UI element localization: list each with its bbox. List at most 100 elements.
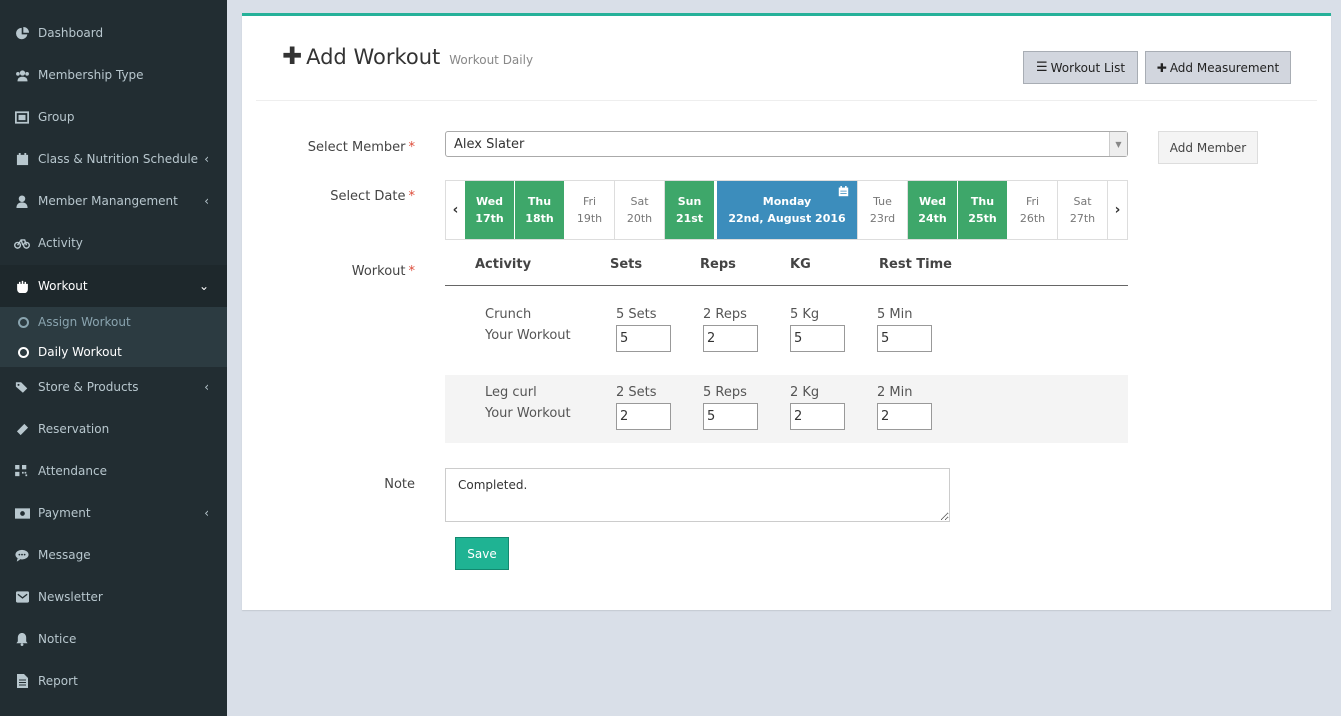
- sidebar-item-label: Workout: [38, 279, 88, 293]
- table-row: Crunch Your Workout 5 Sets 2 Reps 5 Kg 5…: [445, 307, 1128, 375]
- note-textarea[interactable]: Completed.: [445, 468, 950, 522]
- date-date: 17th: [475, 212, 504, 225]
- sidebar-item-notice[interactable]: Notice: [0, 618, 227, 660]
- sidebar-item-label: Message: [38, 548, 91, 562]
- date-day: Wed: [918, 195, 947, 208]
- panel-header: ✚ Add Workout Workout Daily ☰ Workout Li…: [256, 16, 1317, 101]
- list-icon: ☰: [1035, 60, 1048, 75]
- sets-text: 5 Sets: [616, 307, 657, 322]
- date-cell[interactable]: Thu 25th: [958, 181, 1008, 239]
- qrcode-icon: [14, 463, 30, 479]
- sidebar-item-label: Dashboard: [38, 26, 104, 40]
- chevron-down-icon: ⌄: [198, 279, 209, 293]
- sidebar-item-newsletter[interactable]: Newsletter: [0, 576, 227, 618]
- reps-input[interactable]: [703, 325, 758, 352]
- workout-list-label: Workout List: [1050, 60, 1126, 75]
- ticket-icon: [14, 421, 30, 437]
- kg-input[interactable]: [790, 403, 845, 430]
- sidebar-item-label: Report: [38, 674, 78, 688]
- date-day: Wed: [475, 195, 504, 208]
- header-divider: [445, 285, 1128, 286]
- column-header: Sets: [610, 257, 643, 272]
- sidebar-item-workout[interactable]: Workout ⌄: [0, 265, 227, 307]
- kg-text: 5 Kg: [790, 307, 820, 322]
- sidebar-item-report[interactable]: Report: [0, 660, 227, 702]
- users-icon: [14, 67, 30, 83]
- column-header: Rest Time: [879, 257, 952, 272]
- sets-input[interactable]: [616, 403, 671, 430]
- sidebar-item-label: Class & Nutrition Schedule: [38, 152, 199, 166]
- member-select[interactable]: Alex Slater ▼: [445, 131, 1128, 157]
- sidebar-item-label: Membership Type: [38, 68, 144, 82]
- date-date: 27th: [1069, 212, 1096, 225]
- kg-input[interactable]: [790, 325, 845, 352]
- date-day: Fri: [582, 195, 597, 208]
- date-cell[interactable]: Sun 21st: [665, 181, 715, 239]
- chevron-left-icon[interactable]: ‹: [446, 181, 465, 239]
- hand-icon: [14, 278, 30, 294]
- sidebar-item-dashboard[interactable]: Dashboard: [0, 12, 227, 54]
- sidebar-item-message[interactable]: Message: [0, 534, 227, 576]
- note-label-text: Note: [384, 477, 415, 492]
- sidebar-item-label: Store & Products: [38, 380, 139, 394]
- date-cell[interactable]: Thu 18th: [515, 181, 565, 239]
- date-cell[interactable]: Tue 23rd: [858, 181, 908, 239]
- pie-chart-icon: [14, 25, 30, 41]
- sidebar-item-class-schedule[interactable]: Class & Nutrition Schedule ‹: [0, 138, 227, 180]
- add-workout-panel: ✚ Add Workout Workout Daily ☰ Workout Li…: [242, 13, 1331, 610]
- workout-list-button[interactable]: ☰ Workout List: [1023, 51, 1138, 84]
- date-day: Fri: [1025, 195, 1040, 208]
- date-cell[interactable]: Fri 19th: [565, 181, 615, 239]
- date-date: 25th: [968, 212, 997, 225]
- reps-input[interactable]: [703, 403, 758, 430]
- date-cell[interactable]: Fri 26th: [1008, 181, 1058, 239]
- add-member-button[interactable]: Add Member: [1158, 131, 1258, 164]
- sidebar-item-label: Group: [38, 110, 75, 124]
- sidebar-item-activity[interactable]: Activity: [0, 222, 227, 264]
- sidebar-item-member-management[interactable]: Member Manangement ‹: [0, 180, 227, 222]
- sets-input[interactable]: [616, 325, 671, 352]
- rest-input[interactable]: [877, 403, 932, 430]
- date-day: Sat: [630, 195, 649, 208]
- save-label: Save: [467, 546, 497, 561]
- submenu-item-label: Daily Workout: [38, 345, 122, 359]
- workout-label-text: Workout: [351, 264, 406, 279]
- date-picker-strip: ‹ Wed 17th Thu 18th Fri 19th Sat 20th Sun 21s…: [445, 180, 1128, 240]
- select-arrow-icon[interactable]: ▼: [1109, 132, 1127, 156]
- submenu-item-daily-workout[interactable]: Daily Workout: [0, 337, 227, 367]
- envelope-icon: [14, 589, 30, 605]
- add-measurement-button[interactable]: ✚ Add Measurement: [1145, 51, 1291, 84]
- plus-icon: ✚: [1156, 60, 1167, 75]
- date-day: Sat: [1073, 195, 1092, 208]
- user-icon: [14, 193, 30, 209]
- rest-text: 2 Min: [877, 385, 913, 400]
- date-cell[interactable]: Sat 20th: [615, 181, 665, 239]
- save-button[interactable]: Save: [455, 537, 509, 570]
- date-cell-selected[interactable]: Monday 22nd, August 2016: [717, 181, 858, 239]
- kg-text: 2 Kg: [790, 385, 820, 400]
- plus-icon: ✚: [282, 42, 303, 70]
- sidebar-item-payment[interactable]: Payment ‹: [0, 492, 227, 534]
- date-date: 20th: [626, 212, 653, 225]
- workout-submenu: Assign Workout Daily Workout: [0, 307, 227, 367]
- date-cell[interactable]: Sat 27th: [1058, 181, 1108, 239]
- date-cell[interactable]: Wed 17th: [465, 181, 515, 239]
- add-measurement-label: Add Measurement: [1169, 60, 1280, 75]
- sidebar-item-label: Payment: [38, 506, 91, 520]
- sidebar-item-store-products[interactable]: Store & Products ‹: [0, 366, 227, 408]
- date-date: 18th: [525, 212, 554, 225]
- sidebar-item-membership-type[interactable]: Membership Type: [0, 54, 227, 96]
- calendar-icon[interactable]: [838, 185, 849, 202]
- tags-icon: [14, 379, 30, 395]
- date-day: Thu: [527, 195, 552, 208]
- sidebar-item-group[interactable]: Group: [0, 96, 227, 138]
- sidebar-item-attendance[interactable]: Attendance: [0, 450, 227, 492]
- chevron-right-icon[interactable]: ›: [1108, 181, 1127, 239]
- rest-input[interactable]: [877, 325, 932, 352]
- submenu-item-assign-workout[interactable]: Assign Workout: [0, 307, 227, 337]
- date-cell[interactable]: Wed 24th: [908, 181, 958, 239]
- reps-text: 5 Reps: [703, 385, 747, 400]
- date-date: 19th: [576, 212, 603, 225]
- activity-sub: Your Workout: [485, 328, 571, 343]
- sidebar-item-reservation[interactable]: Reservation: [0, 408, 227, 450]
